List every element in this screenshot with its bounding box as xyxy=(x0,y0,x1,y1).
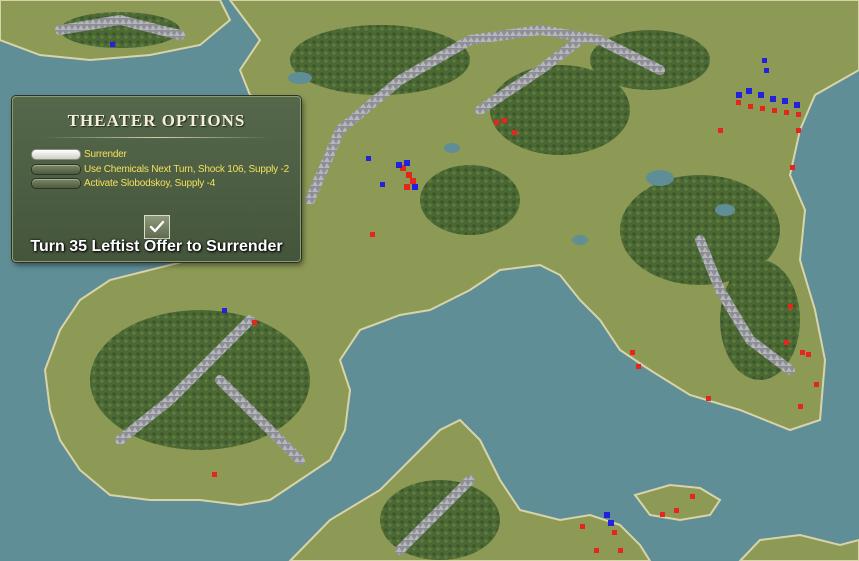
option-activate-slobodskoy[interactable]: Activate Slobodskoy, Supply -4 xyxy=(31,177,215,190)
option-surrender[interactable]: Surrender xyxy=(31,148,127,161)
option-label: Activate Slobodskoy, Supply -4 xyxy=(84,178,216,189)
option-selector[interactable] xyxy=(31,178,81,189)
theater-options-panel: THEATER OPTIONS Surrender Use Chemicals … xyxy=(12,96,301,262)
option-label: Surrender xyxy=(84,149,127,160)
game-map[interactable] xyxy=(0,0,859,561)
option-selector[interactable] xyxy=(31,149,81,160)
option-selector[interactable] xyxy=(31,164,81,175)
title-divider xyxy=(43,137,272,138)
option-use-chemicals[interactable]: Use Chemicals Next Turn, Shock 106, Supp… xyxy=(31,163,289,176)
turn-message: Turn 35 Leftist Offer to Surrender xyxy=(30,238,283,255)
checkmark-icon xyxy=(149,220,165,233)
panel-title: THEATER OPTIONS xyxy=(67,111,246,130)
option-label: Use Chemicals Next Turn, Shock 106, Supp… xyxy=(84,164,289,175)
confirm-button[interactable] xyxy=(144,215,170,239)
